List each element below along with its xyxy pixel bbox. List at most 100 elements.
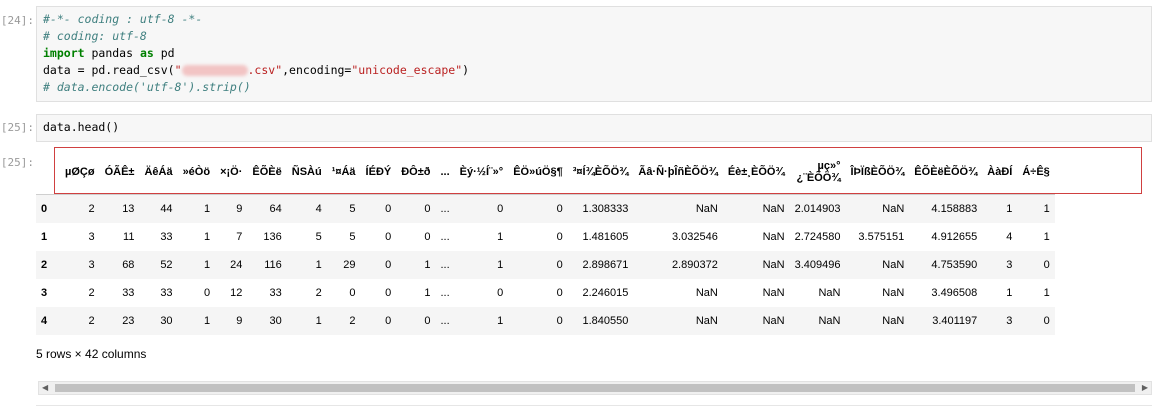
table-cell: 64	[269, 203, 282, 215]
table-cell: NaN	[882, 203, 905, 215]
table-cell: 1	[424, 259, 431, 271]
table-cell: 3	[88, 259, 95, 271]
table-cell: 1	[1043, 203, 1050, 215]
table-cell: ...	[440, 231, 450, 243]
code-cell-24[interactable]: #-*- coding : utf-8 -*- # coding: utf-8 im…	[36, 6, 1152, 102]
table-cell: 0	[203, 287, 211, 299]
table-cell: 0	[385, 231, 392, 243]
table-cell: 1	[203, 231, 211, 243]
code-token: data.head()	[43, 120, 120, 134]
table-cell: 24	[230, 259, 243, 271]
code-line: data.head()	[43, 119, 1151, 136]
table-cell: 2	[315, 287, 322, 299]
table-cell: 4.912655	[931, 231, 978, 243]
code-cell-25[interactable]: data.head()	[36, 114, 1152, 142]
table-cell: 0	[385, 287, 392, 299]
table-cell: 9	[236, 203, 243, 215]
table-cell: 52	[160, 259, 173, 271]
code-editor[interactable]: #-*- coding : utf-8 -*- # coding: utf-8 im…	[37, 7, 1151, 96]
cell-25-prompt: [25]:	[0, 121, 34, 134]
table-cell: 3.032546	[671, 231, 718, 243]
table-cell: 1	[1006, 203, 1013, 215]
table-cell: 0	[349, 287, 356, 299]
table-cell: 1	[424, 287, 431, 299]
table-cell: 2.898671	[582, 259, 629, 271]
table-cell: 0	[556, 259, 563, 271]
table-cell: NaN	[762, 203, 785, 215]
table-cell: 11	[123, 231, 135, 243]
table-cell: 2	[349, 315, 356, 327]
table-cell: ...	[440, 287, 450, 299]
code-editor[interactable]: data.head()	[37, 115, 1151, 136]
code-token: ,encoding=	[282, 63, 352, 77]
table-cell: 33	[269, 287, 282, 299]
table-cell: 3	[88, 231, 95, 243]
scroll-right-icon[interactable]: ▶	[1142, 383, 1148, 392]
table-cell: 0	[497, 203, 504, 215]
code-line: import pandas as pd	[43, 45, 1151, 62]
table-cell: 0	[556, 231, 563, 243]
table-cell: 1.481605	[582, 231, 629, 243]
table-cell: NaN	[695, 203, 718, 215]
table-cell: 4	[315, 203, 322, 215]
code-token: # data.encode('utf-8').strip()	[43, 80, 251, 94]
table-cell: 5	[315, 231, 322, 243]
table-cell: 0	[424, 231, 431, 243]
row-index: 1	[41, 231, 48, 243]
table-cell: 2.014903	[794, 203, 841, 215]
horizontal-scrollbar[interactable]: ◀ ▶	[38, 381, 1152, 395]
table-cell: NaN	[882, 287, 905, 299]
code-token: data = pd.read_csv(	[43, 63, 175, 77]
code-token: .csv"	[247, 63, 283, 77]
table-cell: ...	[440, 259, 450, 271]
table-cell: 68	[122, 259, 135, 271]
table-cell: NaN	[882, 315, 905, 327]
code-line: # coding: utf-8	[43, 28, 1151, 45]
table-cell: 12	[230, 287, 243, 299]
table-cell: 2.724580	[794, 231, 841, 243]
table-cell: 3.496508	[931, 287, 978, 299]
table-cell: 1	[497, 259, 504, 271]
table-cell: ...	[440, 203, 450, 215]
table-cell: 2.246015	[582, 287, 629, 299]
table-cell: 1	[497, 231, 504, 243]
table-cell: NaN	[695, 315, 718, 327]
table-cell: 23	[122, 315, 135, 327]
table-cell: 4	[1006, 231, 1013, 243]
scrollbar-thumb[interactable]	[55, 384, 1135, 392]
code-token: import	[43, 46, 85, 60]
row-index: 3	[41, 287, 48, 299]
table-cell: NaN	[762, 287, 785, 299]
dataframe-summary: 5 rows × 42 columns	[36, 347, 147, 361]
table-cell: 1	[1006, 287, 1013, 299]
code-line: # data.encode('utf-8').strip()	[43, 79, 1151, 96]
table-cell: 0	[385, 203, 392, 215]
table-cell: 30	[160, 315, 173, 327]
table-cell: 9	[236, 315, 243, 327]
table-cell: 0	[556, 315, 563, 327]
code-token: #-*- coding : utf-8 -*-	[43, 12, 203, 26]
code-token: pandas	[84, 46, 140, 60]
table-cell: 1.308333	[582, 203, 629, 215]
code-token: "unicode_escape"	[351, 63, 463, 77]
table-cell: NaN	[818, 287, 841, 299]
scroll-left-icon[interactable]: ◀	[42, 383, 48, 392]
table-cell: 1	[1043, 231, 1050, 243]
table-cell: 0	[1043, 315, 1050, 327]
table-cell: 0	[385, 259, 392, 271]
table-cell: 5	[349, 203, 356, 215]
table-cell: 2	[88, 287, 95, 299]
table-cell: NaN	[882, 259, 905, 271]
code-token: )	[462, 63, 470, 77]
table-cell: 136	[263, 231, 282, 243]
table-cell: 116	[264, 259, 282, 271]
table-row: 3 2 33 33 0 12 33 2 0 0 1... 0 0 2.246015 NaN NaN NaN NaN…	[36, 279, 1055, 307]
row-index: 0	[41, 203, 48, 215]
table-cell: NaN	[762, 259, 785, 271]
table-cell: 3	[1006, 259, 1013, 271]
code-token: # coding: utf-8	[43, 29, 147, 43]
table-cell: 0	[424, 203, 431, 215]
table-cell: 1	[315, 259, 322, 271]
table-cell: 0	[1043, 259, 1050, 271]
table-cell: NaN	[762, 315, 785, 327]
